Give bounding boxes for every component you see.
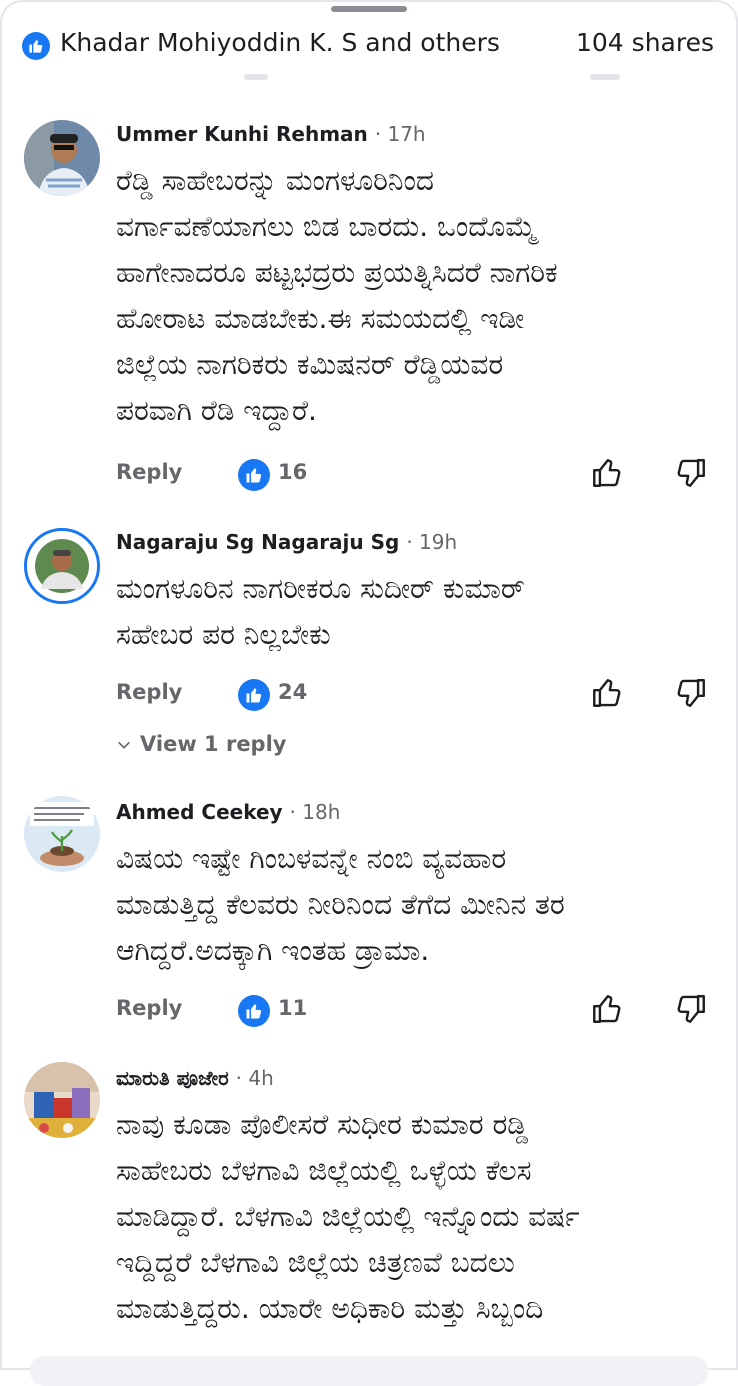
thumbs-down-outline-icon[interactable] bbox=[674, 992, 708, 1030]
like-icon[interactable] bbox=[238, 679, 270, 711]
chevron-down-icon bbox=[118, 741, 130, 749]
avatar[interactable] bbox=[24, 1062, 100, 1138]
comment-author[interactable]: ಮಾರುತಿ ಪೂಜೇರ · 4h bbox=[116, 1066, 274, 1090]
avatar[interactable] bbox=[24, 120, 100, 196]
reply-button[interactable]: Reply bbox=[116, 460, 182, 484]
comment-composer[interactable] bbox=[30, 1356, 708, 1386]
reply-button[interactable]: Reply bbox=[116, 680, 182, 704]
like-icon[interactable] bbox=[238, 459, 270, 491]
like-icon[interactable] bbox=[238, 995, 270, 1027]
comment-actions: Reply 11 bbox=[116, 992, 716, 1032]
reaction-count[interactable]: 16 bbox=[278, 460, 307, 484]
avatar[interactable] bbox=[24, 528, 100, 604]
thumbs-up-outline-icon[interactable] bbox=[590, 676, 624, 714]
comment-actions: Reply 16 bbox=[116, 456, 716, 496]
view-replies-button[interactable]: View 1 reply bbox=[116, 732, 286, 756]
avatar[interactable] bbox=[24, 796, 100, 872]
shares-count[interactable]: 104 shares bbox=[576, 28, 714, 57]
comment-text: ಮಂಗಳೂರಿನ ನಾಗರೀಕರೂ ಸುದೀರ್ ಕುಮಾರ್ ಸಹೇಬರ ಪರ… bbox=[116, 572, 525, 651]
like-icon bbox=[22, 32, 50, 60]
comment-text: ನಾವು ಕೂಡಾ ಪೊಲೀಸರೆ ಸುಧೀರ ಕುಮಾರ ರಡ್ಡಿ ಸಾಹೇ… bbox=[116, 1108, 580, 1325]
reaction-count[interactable]: 24 bbox=[278, 680, 307, 704]
reactors-text[interactable]: Khadar Mohiyoddin K. S and others bbox=[60, 28, 500, 57]
scroll-fade bbox=[590, 74, 620, 80]
thumbs-up-outline-icon[interactable] bbox=[590, 992, 624, 1030]
comment-text: ವಿಷಯ ಇಷ್ಟೇ ಗಿಂಬಳವನ್ನೇ ನಂಬಿ ವ್ಯವಹಾರ ಮಾಡುತ… bbox=[116, 842, 565, 967]
comment-actions: Reply 24 bbox=[116, 676, 716, 716]
reply-button[interactable]: Reply bbox=[116, 996, 182, 1020]
comment-author[interactable]: Ummer Kunhi Rehman · 17h bbox=[116, 122, 426, 146]
reactions-header: Khadar Mohiyoddin K. S and others 104 sh… bbox=[0, 18, 738, 74]
scroll-fade bbox=[244, 74, 268, 80]
thumbs-down-outline-icon[interactable] bbox=[674, 676, 708, 714]
thumbs-down-outline-icon[interactable] bbox=[674, 456, 708, 494]
thumbs-up-outline-icon[interactable] bbox=[590, 456, 624, 494]
comment-time: · 18h bbox=[289, 800, 341, 824]
comment-time: · 4h bbox=[235, 1066, 274, 1090]
drag-handle[interactable] bbox=[331, 6, 407, 12]
comment-time: · 19h bbox=[406, 530, 458, 554]
comment-author[interactable]: Ahmed Ceekey · 18h bbox=[116, 800, 340, 824]
comment-time: · 17h bbox=[374, 122, 426, 146]
comment-text: ರೆಡ್ಡಿ ಸಾಹೇಬರನ್ನು ಮಂಗಳೂರಿನಿಂದ ವರ್ಗಾವಣೆಯಾ… bbox=[116, 164, 558, 427]
comment-author[interactable]: Nagaraju Sg Nagaraju Sg · 19h bbox=[116, 530, 457, 554]
reaction-count[interactable]: 11 bbox=[278, 996, 307, 1020]
